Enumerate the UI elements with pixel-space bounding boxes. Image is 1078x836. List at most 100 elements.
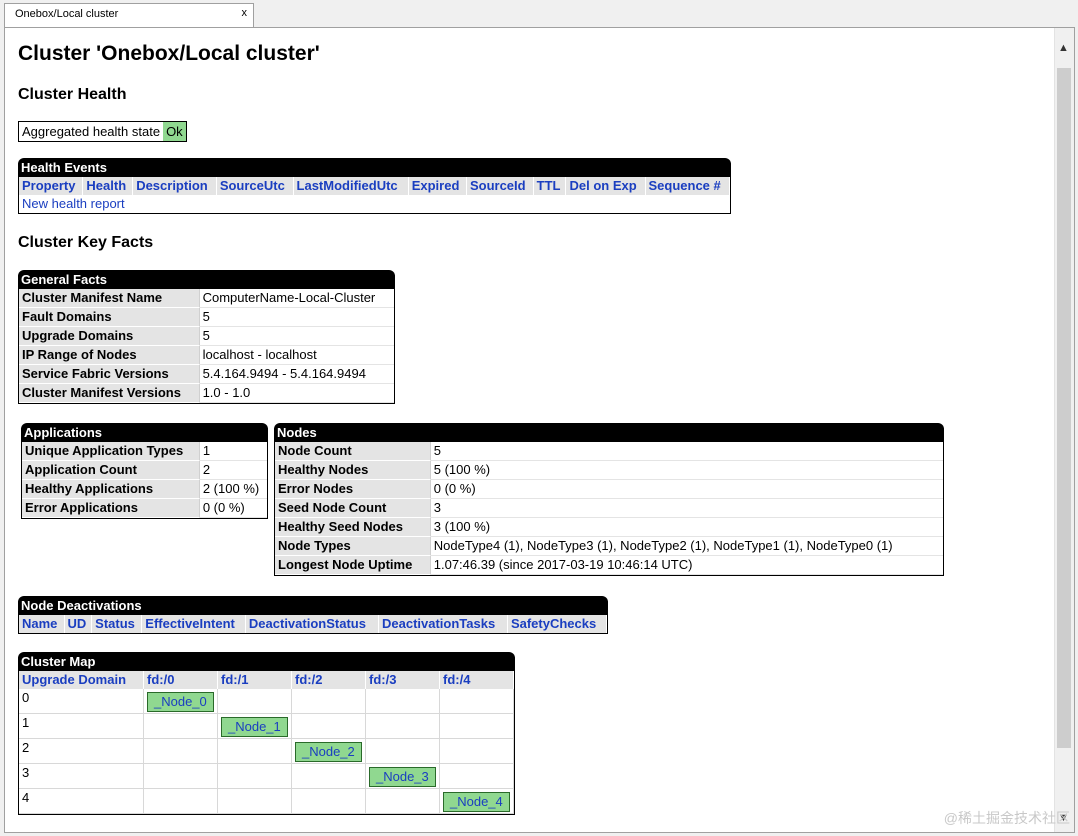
upgrade-domain-label: 0 [19,689,144,714]
fact-value: 5 [430,442,943,461]
close-icon[interactable]: x [242,7,248,19]
fact-value: ComputerName-Local-Cluster [199,289,394,308]
map-cell [218,764,292,789]
column-header[interactable]: Description [133,177,217,195]
map-cell: _Node_0 [144,689,218,714]
upgrade-domain-label: 1 [19,714,144,739]
node-chip[interactable]: _Node_4 [443,792,510,812]
column-header[interactable]: EffectiveIntent [142,615,246,633]
upgrade-domain-label: 4 [19,789,144,814]
map-row: 2 _Node_2 [19,739,514,764]
health-events-caption: Health Events [18,158,731,177]
fact-row: Healthy Applications 2 (100 %) [22,480,267,499]
fact-value: 2 [199,461,267,480]
fact-value: 2 (100 %) [199,480,267,499]
content-pane: Cluster 'Onebox/Local cluster' Cluster H… [4,27,1075,833]
health-state-label: Aggregated health state [22,124,161,139]
fact-label: Seed Node Count [275,499,431,518]
map-cell [366,789,440,814]
applications-grid: Unique Application Types 1 Application Cou… [21,442,268,519]
map-cell [440,739,514,764]
column-header[interactable]: Property [19,177,84,195]
fact-label: Upgrade Domains [19,327,200,346]
column-header[interactable]: UD [64,615,93,633]
fact-value: 1 [199,442,267,461]
map-cell [218,789,292,814]
node-chip[interactable]: _Node_3 [369,767,436,787]
fact-row: Seed Node Count 3 [275,499,943,518]
node-chip[interactable]: _Node_2 [295,742,362,762]
column-header[interactable]: Del on Exp [566,177,646,195]
nodes-table: Nodes Node Count 5 Healthy Nodes 5 (100 %) E… [274,423,944,576]
upgrade-domain-label: 3 [19,764,144,789]
column-header[interactable]: SourceUtc [216,177,294,195]
new-health-report-link[interactable]: New health report [22,196,125,211]
column-header[interactable]: SafetyChecks [507,615,607,633]
fault-domain-header[interactable]: fd:/4 [440,671,514,689]
map-cell [292,764,366,789]
applications-table: Applications Unique Application Types 1 Ap… [21,423,268,519]
fault-domain-header[interactable]: fd:/3 [366,671,440,689]
column-header[interactable]: Sequence # [645,177,730,195]
fact-value: 1.0 - 1.0 [199,384,394,403]
map-row: 0 _Node_0 [19,689,514,714]
upgrade-domain-header[interactable]: Upgrade Domain [19,671,144,689]
map-row: 1 _Node_1 [19,714,514,739]
fact-value: 5.4.164.9494 - 5.4.164.9494 [199,365,394,384]
fact-value: 0 (0 %) [430,480,943,499]
column-header[interactable]: Status [92,615,143,633]
fact-label: Fault Domains [19,308,200,327]
fact-row: IP Range of Nodes localhost - localhost [19,346,394,365]
general-facts-table: General Facts Cluster Manifest Name Compu… [18,270,395,404]
fact-value: 3 (100 %) [430,518,943,537]
upgrade-domain-label: 2 [19,739,144,764]
fact-row: Healthy Seed Nodes 3 (100 %) [275,518,943,537]
page-title: Cluster 'Onebox/Local cluster' [18,42,320,65]
column-header[interactable]: TTL [533,177,567,195]
map-cell [218,739,292,764]
node-chip[interactable]: _Node_0 [147,692,214,712]
map-cell [144,714,218,739]
vertical-scrollbar[interactable]: ▲ ▼ [1054,28,1074,832]
column-header[interactable]: DeactivationTasks [378,615,508,633]
node-deactivations-caption: Node Deactivations [18,596,608,615]
column-header[interactable]: DeactivationStatus [245,615,379,633]
fact-row: Node Count 5 [275,442,943,461]
fault-domain-header[interactable]: fd:/0 [144,671,218,689]
fact-row: Upgrade Domains 5 [19,327,394,346]
map-cell: _Node_3 [366,764,440,789]
node-chip[interactable]: _Node_1 [221,717,288,737]
fact-row: Application Count 2 [22,461,267,480]
health-events-table: Health Events Property Health Description S… [18,158,731,214]
fact-label: Longest Node Uptime [275,556,431,575]
column-header[interactable]: SourceId [466,177,534,195]
fact-value: 5 [199,327,394,346]
map-header-row: Upgrade Domain fd:/0 fd:/1 fd:/2 fd:/3 fd:/4 [19,671,514,689]
node-deactivations-table: Node Deactivations Name UD Status Effective… [18,596,608,634]
fact-label: Healthy Nodes [275,461,431,480]
column-header[interactable]: Expired [408,177,467,195]
fact-value: NodeType4 (1), NodeType3 (1), NodeType2 … [430,537,943,556]
fact-label: Application Count [22,461,200,480]
column-header[interactable]: Name [19,615,65,633]
scroll-up-icon[interactable]: ▲ [1058,42,1069,54]
map-cell [440,689,514,714]
fault-domain-header[interactable]: fd:/1 [218,671,292,689]
column-header[interactable]: Health [83,177,134,195]
fact-row: Fault Domains 5 [19,308,394,327]
fact-label: IP Range of Nodes [19,346,200,365]
scroll-thumb[interactable] [1057,68,1071,748]
tab-cluster[interactable]: Onebox/Local cluster x [4,3,254,27]
fact-row: Healthy Nodes 5 (100 %) [275,461,943,480]
fault-domain-header[interactable]: fd:/2 [292,671,366,689]
tab-bar: Onebox/Local cluster x [0,0,1078,27]
map-cell [144,764,218,789]
cluster-map-table: Cluster Map Upgrade Domain fd:/0 fd:/1 fd:/… [18,652,515,815]
fact-label: Cluster Manifest Name [19,289,200,308]
fact-value: 3 [430,499,943,518]
applications-caption: Applications [21,423,268,442]
map-row: 3 _Node_3 [19,764,514,789]
column-header[interactable]: LastModifiedUtc [293,177,409,195]
map-cell [292,714,366,739]
fact-label: Cluster Manifest Versions [19,384,200,403]
